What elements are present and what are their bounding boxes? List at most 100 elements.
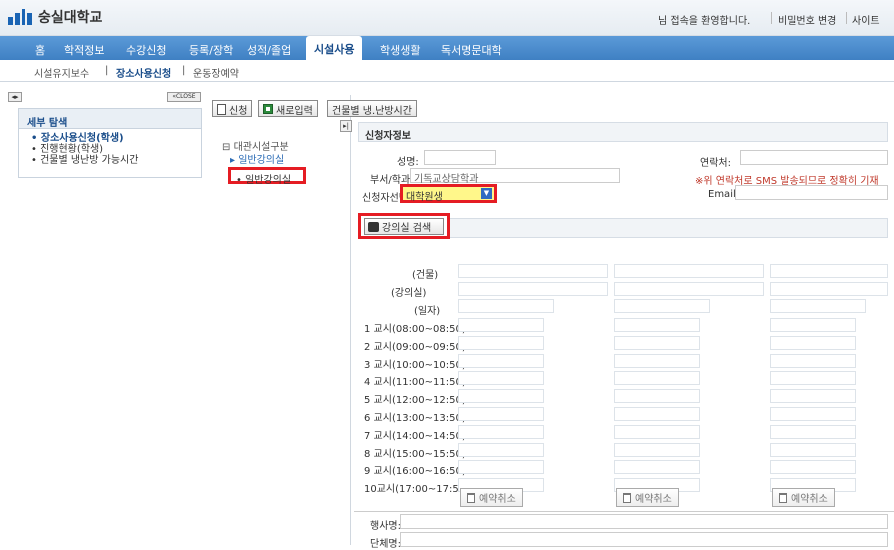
name-label: 성명:	[397, 157, 419, 168]
email-field[interactable]	[735, 185, 888, 200]
subnav-divider: |	[182, 65, 186, 76]
period-slot[interactable]	[614, 389, 700, 404]
period-slot[interactable]	[770, 460, 856, 475]
nav-enroll-scholarship[interactable]: 등록/장학	[189, 42, 233, 58]
panel-divider	[350, 95, 351, 545]
password-change-link[interactable]: 비밀번호 변경	[778, 12, 836, 27]
header-divider	[846, 12, 847, 24]
period-slot[interactable]	[458, 460, 544, 475]
event-name-field[interactable]	[400, 514, 888, 529]
hvac-hours-button[interactable]: 건물별 냉.난방시간	[327, 100, 417, 117]
room-label: (강의실)	[391, 288, 427, 299]
period-label: 4 교시(11:00~11:50)	[364, 377, 466, 389]
period-slot[interactable]	[770, 335, 856, 350]
cancel-reservation-button[interactable]: 예약취소	[616, 488, 679, 507]
subnav-venue-request[interactable]: 장소사용신청	[116, 65, 171, 80]
site-link[interactable]: 사이트	[852, 12, 880, 27]
sidebar-item-progress[interactable]: • 진행현황(학생)	[19, 144, 201, 155]
apply-button[interactable]: 신청	[212, 100, 253, 117]
period-slot[interactable]	[614, 371, 700, 386]
period-label: 6 교시(13:00~13:50)	[364, 413, 466, 424]
subnav-field-reservation[interactable]: 운동장예약	[193, 65, 239, 80]
period-slot[interactable]	[770, 318, 856, 332]
tree-item-general-classroom[interactable]: ▸ 일반강의실	[230, 151, 284, 166]
sidebar-title: 세부 탐색	[19, 109, 201, 129]
period-label: 2 교시(09:00~09:50)	[364, 341, 466, 353]
period-slot[interactable]	[614, 407, 700, 421]
room-cell	[458, 282, 608, 296]
period-slot[interactable]	[614, 460, 700, 475]
date-label: (일자)	[414, 306, 441, 317]
header-divider	[771, 12, 772, 24]
nav-reading-program[interactable]: 독서명문대학	[441, 42, 502, 58]
nav-home[interactable]: 홈	[35, 42, 45, 58]
period-slot[interactable]	[458, 371, 544, 386]
main-nav: 홈 학적정보 수강신청 등록/장학 성적/졸업 시설사용 학생생활 독서명문대학	[0, 36, 894, 60]
period-slot[interactable]	[770, 353, 856, 368]
trash-icon	[467, 492, 475, 503]
sidebar-item-hvac-hours[interactable]: • 건물별 냉난방 가능시간	[19, 155, 201, 166]
date-field[interactable]	[770, 299, 866, 313]
document-icon	[217, 103, 226, 115]
cancel-reservation-button[interactable]: 예약취소	[772, 488, 835, 507]
contact-label: 연락처:	[700, 158, 731, 169]
tree-collapse-icon[interactable]: ▸|	[340, 120, 352, 132]
nav-facility-use[interactable]: 시설사용	[306, 36, 363, 60]
period-slot[interactable]	[770, 389, 856, 404]
welcome-text: 님 접속을 환영합니다.	[658, 16, 751, 27]
period-slot[interactable]	[770, 442, 856, 457]
nav-academic-info[interactable]: 학적정보	[64, 42, 104, 58]
period-slot[interactable]	[770, 407, 856, 421]
panel-arrows-icon[interactable]: ◂▸	[8, 92, 22, 102]
period-slot[interactable]	[770, 424, 856, 439]
period-slot[interactable]	[458, 318, 544, 332]
close-sidebar-button[interactable]: «CLOSE	[167, 92, 201, 102]
period-slot[interactable]	[458, 407, 544, 421]
applicant-type-select[interactable]: 대학원생 ▼	[400, 184, 497, 203]
nav-student-life[interactable]: 학생생활	[380, 42, 420, 58]
period-label: 7 교시(14:00~14:50)	[364, 430, 466, 442]
period-slot[interactable]	[614, 335, 700, 350]
period-slot[interactable]	[614, 318, 700, 332]
nav-grades-graduation[interactable]: 성적/졸업	[247, 42, 291, 58]
building-cell	[458, 264, 608, 278]
period-slot[interactable]	[614, 424, 700, 439]
binoculars-icon	[368, 221, 379, 232]
sidebar-item-venue-request[interactable]: • 장소사용신청(학생)	[19, 133, 201, 144]
logo-mark-icon	[8, 9, 32, 25]
period-slot[interactable]	[458, 389, 544, 404]
new-input-button[interactable]: 새로입력	[258, 100, 318, 117]
tree-item-general-classroom-selected[interactable]: • 일반강의실	[228, 167, 306, 186]
date-field[interactable]	[458, 299, 554, 313]
classroom-search-highlight: 강의실 검색	[358, 213, 450, 239]
period-label: 1 교시(08:00~08:50)	[364, 324, 466, 335]
period-slot[interactable]	[458, 424, 544, 439]
period-slot[interactable]	[614, 353, 700, 368]
group-name-label: 단체명:	[370, 539, 401, 550]
period-label: 9 교시(16:00~16:50)	[364, 466, 466, 478]
section-divider	[354, 511, 894, 512]
period-slot[interactable]	[458, 335, 544, 350]
period-slot[interactable]	[458, 442, 544, 457]
building-cell	[614, 264, 764, 278]
university-logo[interactable]: 숭실대학교	[8, 7, 102, 27]
logo-text: 숭실대학교	[38, 10, 103, 26]
new-form-icon	[263, 104, 273, 114]
trash-icon	[623, 492, 631, 503]
dept-field[interactable]: 기독교상담학과	[410, 168, 620, 185]
subnav-facility-maintenance[interactable]: 시설유지보수	[34, 65, 89, 80]
name-field[interactable]	[424, 150, 496, 165]
period-slot[interactable]	[614, 442, 700, 457]
room-cell	[770, 282, 888, 296]
nav-course-registration[interactable]: 수강신청	[126, 42, 166, 58]
contact-field[interactable]	[740, 150, 888, 165]
building-cell	[770, 264, 888, 278]
cancel-reservation-button[interactable]: 예약취소	[460, 488, 523, 507]
applicant-section-title: 신청자정보	[358, 122, 888, 142]
sidebar: 세부 탐색 • 장소사용신청(학생) • 진행현황(학생) • 건물별 냉난방 …	[18, 108, 202, 178]
period-slot[interactable]	[458, 353, 544, 368]
period-slot[interactable]	[770, 371, 856, 386]
classroom-search-button[interactable]: 강의실 검색	[364, 218, 444, 235]
date-field[interactable]	[614, 299, 710, 313]
applicant-type-value: 대학원생	[406, 192, 443, 203]
